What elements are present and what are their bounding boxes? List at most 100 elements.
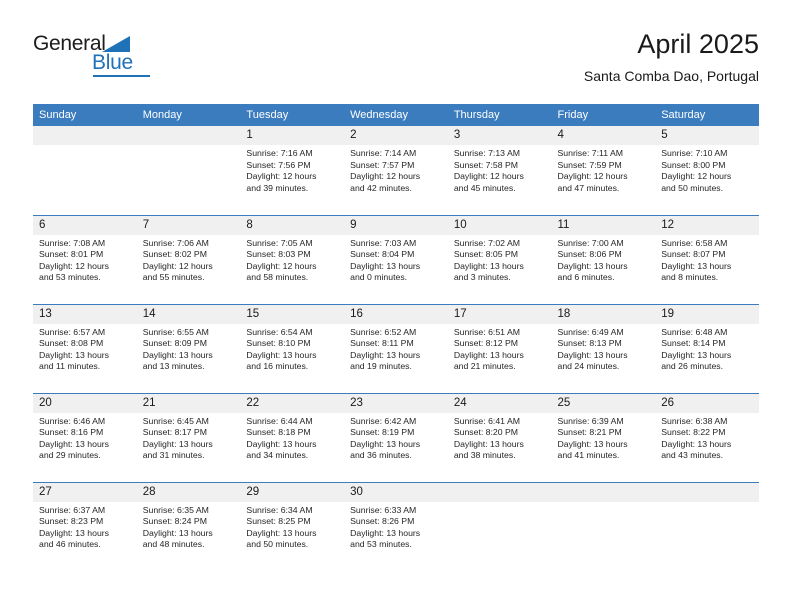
calendar-day-cell[interactable]: 11 Sunrise: 7:00 AM Sunset: 8:06 PM Dayligh… <box>551 214 656 304</box>
calendar-day-cell[interactable]: 14 Sunrise: 6:55 AM Sunset: 8:09 PM Dayligh… <box>136 303 241 393</box>
day-details: Sunrise: 7:03 AM Sunset: 8:04 PM Daylight:… <box>344 235 448 284</box>
day-sunrise-text: Sunrise: 6:49 AM <box>557 326 624 337</box>
calendar-day-cell[interactable]: 21 Sunrise: 6:45 AM Sunset: 8:17 PM Dayligh… <box>136 392 241 482</box>
day-sunset-text: Sunset: 8:22 PM <box>661 427 726 438</box>
day-details: Sunrise: 6:58 AM Sunset: 8:07 PM Daylight:… <box>655 235 759 284</box>
calendar-day-cell[interactable]: 28 Sunrise: 6:35 AM Sunset: 8:24 PM Dayligh… <box>136 481 241 571</box>
day-details: Sunrise: 6:57 AM Sunset: 8:08 PM Daylight:… <box>33 324 137 373</box>
day-sunrise-text: Sunrise: 7:05 AM <box>246 237 313 248</box>
day-daylight2-text: and 26 minutes. <box>661 361 724 372</box>
day-daylight1-text: Daylight: 13 hours <box>142 438 213 449</box>
calendar-day-cell[interactable]: 17 Sunrise: 6:51 AM Sunset: 8:12 PM Dayligh… <box>447 303 552 393</box>
calendar-day-cell[interactable]: 19 Sunrise: 6:48 AM Sunset: 8:14 PM Dayligh… <box>655 303 759 393</box>
day-details: Sunrise: 7:10 AM Sunset: 8:00 PM Daylight:… <box>655 145 759 194</box>
day-number <box>551 482 656 502</box>
day-sunset-text: Sunset: 8:10 PM <box>246 338 311 349</box>
day-number: 28 <box>136 482 241 502</box>
day-daylight1-text: Daylight: 12 hours <box>39 260 110 271</box>
calendar-day-cell[interactable]: 29 Sunrise: 6:34 AM Sunset: 8:25 PM Dayligh… <box>240 481 345 571</box>
day-sunset-text: Sunset: 8:13 PM <box>557 338 622 349</box>
calendar-day-cell[interactable]: 7 Sunrise: 7:06 AM Sunset: 8:02 PM Daylight… <box>136 214 241 304</box>
calendar-week-row: 6 Sunrise: 7:08 AM Sunset: 8:01 PM Daylight… <box>33 214 759 304</box>
calendar-day-cell[interactable]: 12 Sunrise: 6:58 AM Sunset: 8:07 PM Dayligh… <box>655 214 759 304</box>
day-number: 24 <box>447 393 552 413</box>
day-sunset-text: Sunset: 8:21 PM <box>557 427 622 438</box>
day-sunset-text: Sunset: 8:04 PM <box>350 249 415 260</box>
day-sunset-text: Sunset: 8:05 PM <box>453 249 519 260</box>
day-details: Sunrise: 7:05 AM Sunset: 8:03 PM Daylight:… <box>240 235 344 284</box>
day-sunrise-text: Sunrise: 6:55 AM <box>142 326 209 337</box>
day-number <box>33 126 137 145</box>
day-daylight1-text: Daylight: 13 hours <box>39 527 110 538</box>
day-details: Sunrise: 6:39 AM Sunset: 8:21 PM Daylight:… <box>552 413 656 462</box>
calendar-day-cell-empty <box>136 126 241 215</box>
day-number: 3 <box>447 126 552 145</box>
calendar-day-cell[interactable]: 13 Sunrise: 6:57 AM Sunset: 8:08 PM Dayligh… <box>33 303 137 393</box>
calendar-day-cell[interactable]: 9 Sunrise: 7:03 AM Sunset: 8:04 PM Daylight… <box>344 214 448 304</box>
day-number: 11 <box>551 215 656 235</box>
day-sunrise-text: Sunrise: 7:10 AM <box>661 148 728 158</box>
calendar-day-cell[interactable]: 6 Sunrise: 7:08 AM Sunset: 8:01 PM Daylight… <box>33 214 137 304</box>
day-sunset-text: Sunset: 8:01 PM <box>39 249 104 260</box>
day-details: Sunrise: 6:33 AM Sunset: 8:26 PM Daylight:… <box>344 502 448 551</box>
day-daylight2-text: and 11 minutes. <box>39 361 101 372</box>
day-daylight1-text: Daylight: 12 hours <box>557 171 628 182</box>
calendar-day-cell[interactable]: 4 Sunrise: 7:11 AM Sunset: 7:59 PM Daylight… <box>551 126 656 215</box>
calendar-day-cell[interactable]: 1 Sunrise: 7:16 AM Sunset: 7:56 PM Daylight… <box>240 126 345 215</box>
calendar-day-cell[interactable]: 22 Sunrise: 6:44 AM Sunset: 8:18 PM Dayligh… <box>240 392 345 482</box>
day-sunset-text: Sunset: 7:56 PM <box>246 159 311 170</box>
day-number: 15 <box>240 304 345 324</box>
calendar-day-cell[interactable]: 26 Sunrise: 6:38 AM Sunset: 8:22 PM Dayligh… <box>655 392 759 482</box>
calendar-week-row: 20 Sunrise: 6:46 AM Sunset: 8:16 PM Dayligh… <box>33 392 759 482</box>
general-blue-logo[interactable]: General Blue <box>33 32 153 78</box>
day-sunrise-text: Sunrise: 6:34 AM <box>246 504 313 515</box>
day-sunset-text: Sunset: 8:25 PM <box>246 516 311 527</box>
weekday-header-sunday: Sunday <box>33 104 137 126</box>
calendar-day-cell[interactable]: 16 Sunrise: 6:52 AM Sunset: 8:11 PM Dayligh… <box>344 303 448 393</box>
day-daylight2-text: and 53 minutes. <box>39 272 101 283</box>
day-sunrise-text: Sunrise: 7:14 AM <box>350 148 417 158</box>
day-sunrise-text: Sunrise: 7:16 AM <box>246 148 313 158</box>
day-number: 30 <box>344 482 448 502</box>
day-daylight1-text: Daylight: 13 hours <box>39 349 110 360</box>
day-sunrise-text: Sunrise: 7:13 AM <box>453 148 520 158</box>
calendar-day-cell[interactable]: 5 Sunrise: 7:10 AM Sunset: 8:00 PM Daylight… <box>655 126 759 215</box>
calendar-day-cell[interactable]: 15 Sunrise: 6:54 AM Sunset: 8:10 PM Dayligh… <box>240 303 345 393</box>
day-daylight1-text: Daylight: 13 hours <box>246 349 317 360</box>
day-details: Sunrise: 7:08 AM Sunset: 8:01 PM Daylight:… <box>33 235 137 284</box>
calendar-day-cell-empty <box>551 481 656 571</box>
calendar-day-cell[interactable]: 23 Sunrise: 6:42 AM Sunset: 8:19 PM Dayligh… <box>344 392 448 482</box>
day-details: Sunrise: 6:46 AM Sunset: 8:16 PM Daylight:… <box>33 413 137 462</box>
day-daylight2-text: and 31 minutes. <box>142 450 205 461</box>
day-details: Sunrise: 6:54 AM Sunset: 8:10 PM Daylight:… <box>240 324 344 373</box>
day-daylight2-text: and 21 minutes. <box>453 361 516 372</box>
calendar-day-cell-empty <box>33 126 137 215</box>
calendar-day-cell[interactable]: 27 Sunrise: 6:37 AM Sunset: 8:23 PM Dayligh… <box>33 481 137 571</box>
day-number: 17 <box>447 304 552 324</box>
calendar-day-cell[interactable]: 3 Sunrise: 7:13 AM Sunset: 7:58 PM Daylight… <box>447 126 552 215</box>
day-daylight2-text: and 48 minutes. <box>142 539 205 550</box>
calendar-week-row: 1 Sunrise: 7:16 AM Sunset: 7:56 PM Daylight… <box>33 126 759 215</box>
day-daylight2-text: and 6 minutes. <box>557 272 615 283</box>
calendar-day-cell[interactable]: 30 Sunrise: 6:33 AM Sunset: 8:26 PM Dayligh… <box>344 481 448 571</box>
calendar-day-cell[interactable]: 2 Sunrise: 7:14 AM Sunset: 7:57 PM Daylight… <box>344 126 448 215</box>
calendar-day-cell[interactable]: 10 Sunrise: 7:02 AM Sunset: 8:05 PM Dayligh… <box>447 214 552 304</box>
day-daylight2-text: and 42 minutes. <box>350 182 412 193</box>
day-sunset-text: Sunset: 8:16 PM <box>39 427 104 438</box>
day-daylight2-text: and 36 minutes. <box>350 450 412 461</box>
day-number: 7 <box>136 215 241 235</box>
calendar-day-cell[interactable]: 18 Sunrise: 6:49 AM Sunset: 8:13 PM Dayligh… <box>551 303 656 393</box>
day-details: Sunrise: 6:35 AM Sunset: 8:24 PM Daylight:… <box>137 502 241 551</box>
day-daylight2-text: and 50 minutes. <box>246 539 309 550</box>
calendar-body: 1 Sunrise: 7:16 AM Sunset: 7:56 PM Daylight… <box>33 126 759 571</box>
calendar-day-cell[interactable]: 20 Sunrise: 6:46 AM Sunset: 8:16 PM Dayligh… <box>33 392 137 482</box>
calendar-day-cell[interactable]: 24 Sunrise: 6:41 AM Sunset: 8:20 PM Dayligh… <box>447 392 552 482</box>
calendar-day-cell[interactable]: 8 Sunrise: 7:05 AM Sunset: 8:03 PM Daylight… <box>240 214 345 304</box>
day-sunrise-text: Sunrise: 6:57 AM <box>39 326 106 337</box>
day-details: Sunrise: 7:02 AM Sunset: 8:05 PM Daylight:… <box>448 235 552 284</box>
day-sunset-text: Sunset: 8:11 PM <box>350 338 414 349</box>
calendar-day-cell-empty <box>447 481 552 571</box>
day-daylight2-text: and 45 minutes. <box>453 182 516 193</box>
day-number: 4 <box>551 126 656 145</box>
calendar-day-cell[interactable]: 25 Sunrise: 6:39 AM Sunset: 8:21 PM Dayligh… <box>551 392 656 482</box>
